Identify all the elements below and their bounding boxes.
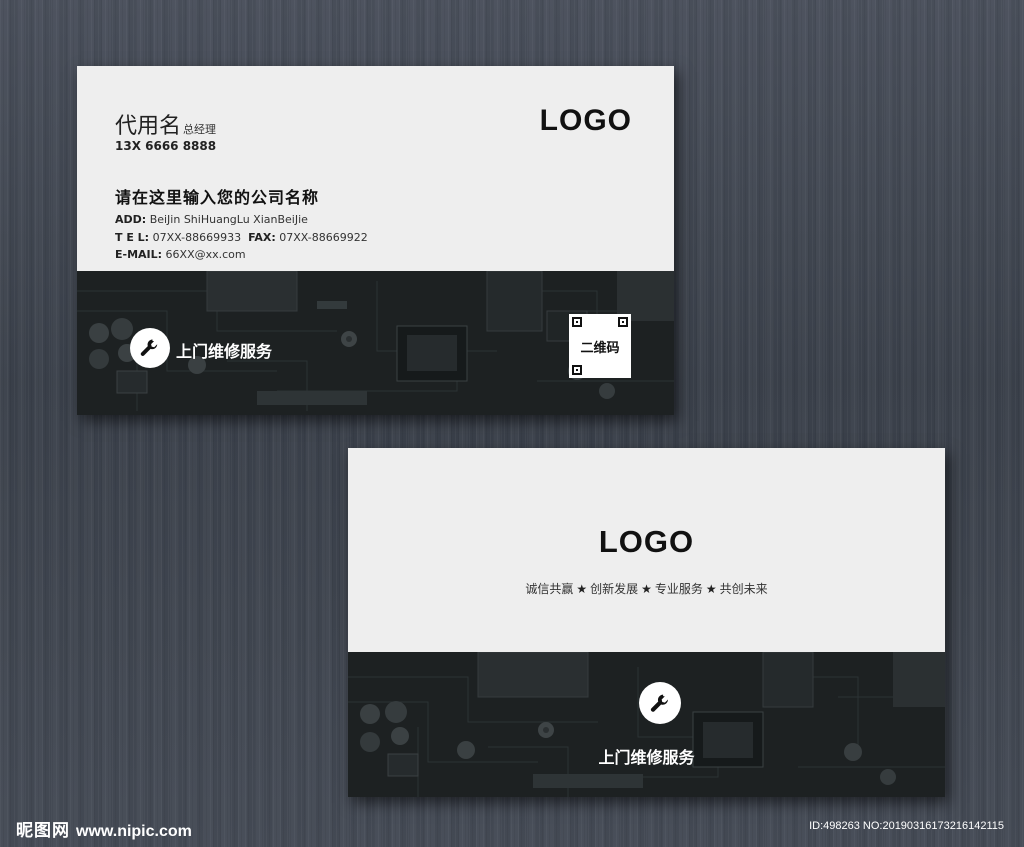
wrench-icon (650, 694, 668, 712)
watermark-id: ID:498263 NO:20190316173216142115 (809, 820, 1004, 832)
qr-code-placeholder: 二维码 (569, 314, 631, 378)
business-card-back: LOGO 诚信共赢 ★ 创新发展 ★ 专业服务 ★ 共创未来 上门维修服务 (348, 448, 945, 797)
tel-fax-line: T E L: 07XX-88669933 FAX: 07XX-88669922 (115, 231, 368, 244)
qr-corner (618, 317, 628, 327)
address-label: ADD: (115, 213, 147, 226)
fax-value: 07XX-88669922 (279, 231, 368, 244)
star-separator: ★ (705, 582, 717, 596)
tel-value: 07XX-88669933 (152, 231, 242, 244)
slogan-item: 创新发展 (590, 582, 639, 596)
email-value: 66XX@xx.com (165, 248, 246, 261)
circuit-board-graphic (348, 652, 945, 797)
star-separator: ★ (641, 582, 652, 596)
tel-label: T E L: (115, 231, 150, 244)
qr-corner (572, 365, 582, 375)
logo-back: LOGO (598, 524, 695, 559)
slogan-item: 共创未来 (719, 582, 768, 596)
email-label: E-MAIL: (115, 248, 163, 261)
person-name: 代用名 (115, 114, 182, 139)
logo-front: LOGO (539, 104, 632, 137)
watermark-brand-name: 昵图网 (16, 821, 70, 841)
slogan-item: 专业服务 (654, 582, 703, 596)
address-value: BeiJin ShiHuangLu XianBeiJie (149, 213, 308, 226)
wrench-icon (140, 339, 158, 356)
address-line: ADD: BeiJin ShiHuangLu XianBeiJie (115, 213, 308, 226)
wrench-badge-front (130, 328, 170, 368)
slogan-item: 诚信共赢 (525, 582, 574, 596)
service-text-front: 上门维修服务 (176, 342, 273, 361)
phone-number: 13X 6666 8888 (115, 139, 217, 153)
wrench-badge-back (639, 682, 681, 724)
person-title: 总经理 (183, 123, 217, 136)
slogan: 诚信共赢 ★ 创新发展 ★ 专业服务 ★ 共创未来 (348, 580, 945, 597)
watermark-brand: 昵图网 www.nipic.com (16, 816, 192, 841)
fax-label: FAX: (248, 231, 276, 244)
email-line: E-MAIL: 66XX@xx.com (115, 248, 246, 261)
business-card-front: 代用名 总经理 13X 6666 8888 LOGO 请在这里输入您的公司名称 A… (77, 66, 674, 415)
qr-label: 二维码 (580, 341, 620, 356)
star-separator: ★ (576, 582, 588, 596)
qr-corner (572, 317, 582, 327)
circuit-board-image (348, 652, 945, 797)
name-row: 代用名 总经理 (115, 108, 216, 140)
company-name: 请在这里输入您的公司名称 (115, 188, 320, 207)
watermark-url: www.nipic.com (76, 823, 192, 840)
service-text-back: 上门维修服务 (598, 748, 695, 767)
